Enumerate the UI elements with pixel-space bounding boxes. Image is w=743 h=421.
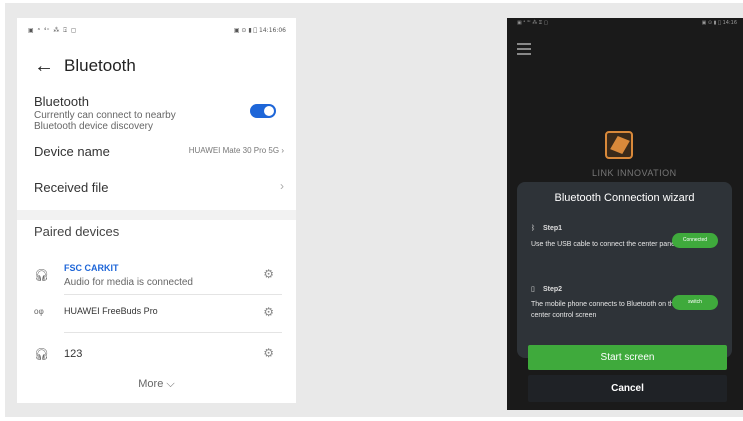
status-icons-right: ▣ ⊙ ▮ ⃝ 14:16	[701, 20, 737, 26]
bluetooth-subtitle: Currently can connect to nearby Bluetoot…	[34, 110, 176, 132]
headset-icon: 🎧︎	[34, 347, 50, 361]
status-icons-left: ▣ ᵃ ⁴ᶜ ⁂ ⍐ ▢	[28, 27, 78, 34]
device-name-row[interactable]: Device name HUAWEI Mate 30 Pro 5G ›	[34, 143, 284, 163]
device-status: Audio for media is connected	[64, 277, 193, 288]
earbuds-icon: ᵒᵠ	[34, 306, 44, 320]
gear-icon[interactable]: ⚙	[263, 305, 274, 319]
step-heading: ▯ Step2	[531, 286, 563, 293]
connection-wizard-screen: ▣ ᵃ ⁴ᶜ ⁂ ⍐ ▢ ▣ ⊙ ▮ ⃝ 14:16 LINK INNOVATI…	[507, 18, 743, 410]
step-text: The mobile phone connects to Bluetooth o…	[531, 301, 678, 319]
device-name: HUAWEI FreeBuds Pro	[64, 306, 158, 316]
wizard-step-1: ᛒ Step1 Use the USB cable to connect the …	[531, 225, 724, 265]
brand-name: LINK INNOVATION	[592, 168, 677, 178]
connected-button[interactable]: Connected	[672, 233, 718, 248]
menu-icon[interactable]	[517, 43, 531, 58]
bluetooth-settings-screen: ▣ ᵃ ⁴ᶜ ⁂ ⍐ ▢ ▣ ⊙ ▮ ⃝ 14:16:06 ← Bluetoot…	[17, 18, 296, 403]
cancel-button[interactable]: Cancel	[528, 375, 727, 402]
paired-device-item[interactable]: 🎧︎ FSC CARKIT Audio for media is connect…	[34, 261, 282, 295]
switch-button[interactable]: switch	[672, 295, 718, 310]
device-name-value: HUAWEI Mate 30 Pro 5G ›	[188, 146, 284, 155]
received-file-label: Received file	[34, 180, 109, 195]
app-bar: ← Bluetooth	[34, 54, 296, 80]
status-bar: ▣ ᵃ ⁴ᶜ ⁂ ⍐ ▢ ▣ ⊙ ▮ ⃝ 14:16	[517, 20, 737, 29]
bluetooth-label: Bluetooth	[34, 94, 89, 109]
status-icons-left: ▣ ᵃ ⁴ᶜ ⁂ ⍐ ▢	[517, 20, 549, 26]
brand-logo	[605, 131, 633, 159]
chevron-right-icon: ›	[281, 146, 284, 155]
bluetooth-toggle[interactable]	[250, 104, 276, 118]
wizard-title: Bluetooth Connection wizard	[554, 192, 695, 204]
more-button[interactable]: More ⌵	[17, 378, 296, 391]
chevron-right-icon: ›	[280, 179, 284, 193]
divider	[64, 294, 282, 295]
bluetooth-icon: ᛒ	[531, 225, 536, 232]
device-name-label: Device name	[34, 144, 110, 159]
status-bar: ▣ ᵃ ⁴ᶜ ⁂ ⍐ ▢ ▣ ⊙ ▮ ⃝ 14:16:06	[28, 27, 286, 37]
step-text: Use the USB cable to connect the center …	[531, 241, 677, 248]
wizard-step-2: ▯ Step2 The mobile phone connects to Blue…	[531, 285, 724, 325]
device-name: FSC CARKIT	[64, 263, 119, 273]
screenshot: ▣ ᵃ ⁴ᶜ ⁂ ⍐ ▢ ▣ ⊙ ▮ ⃝ 14:16:06 ← Bluetoot…	[0, 0, 743, 421]
paired-devices-header: Paired devices	[34, 224, 120, 239]
headset-icon: 🎧︎	[34, 268, 50, 282]
paired-device-item[interactable]: 🎧︎ 123 ⚙	[34, 340, 282, 374]
received-file-row[interactable]: Received file ›	[34, 179, 284, 199]
page-title: Bluetooth	[64, 56, 136, 75]
back-arrow-icon[interactable]: ←	[34, 54, 54, 78]
bluetooth-wizard-dialog: Bluetooth Connection wizard ᛒ Step1 Use t…	[517, 182, 732, 358]
phone-icon: ▯	[531, 286, 535, 293]
paired-device-item[interactable]: ᵒᵠ HUAWEI FreeBuds Pro ⚙	[34, 299, 282, 333]
section-divider	[17, 210, 296, 220]
gear-icon[interactable]: ⚙	[263, 267, 274, 281]
device-name: 123	[64, 348, 83, 360]
gear-icon[interactable]: ⚙	[263, 346, 274, 360]
status-icons-right: ▣ ⊙ ▮ ⃝ 14:16:06	[233, 27, 286, 34]
divider	[64, 332, 282, 333]
start-screen-button[interactable]: Start screen	[528, 345, 727, 370]
step-heading: ᛒ Step1	[531, 225, 563, 232]
